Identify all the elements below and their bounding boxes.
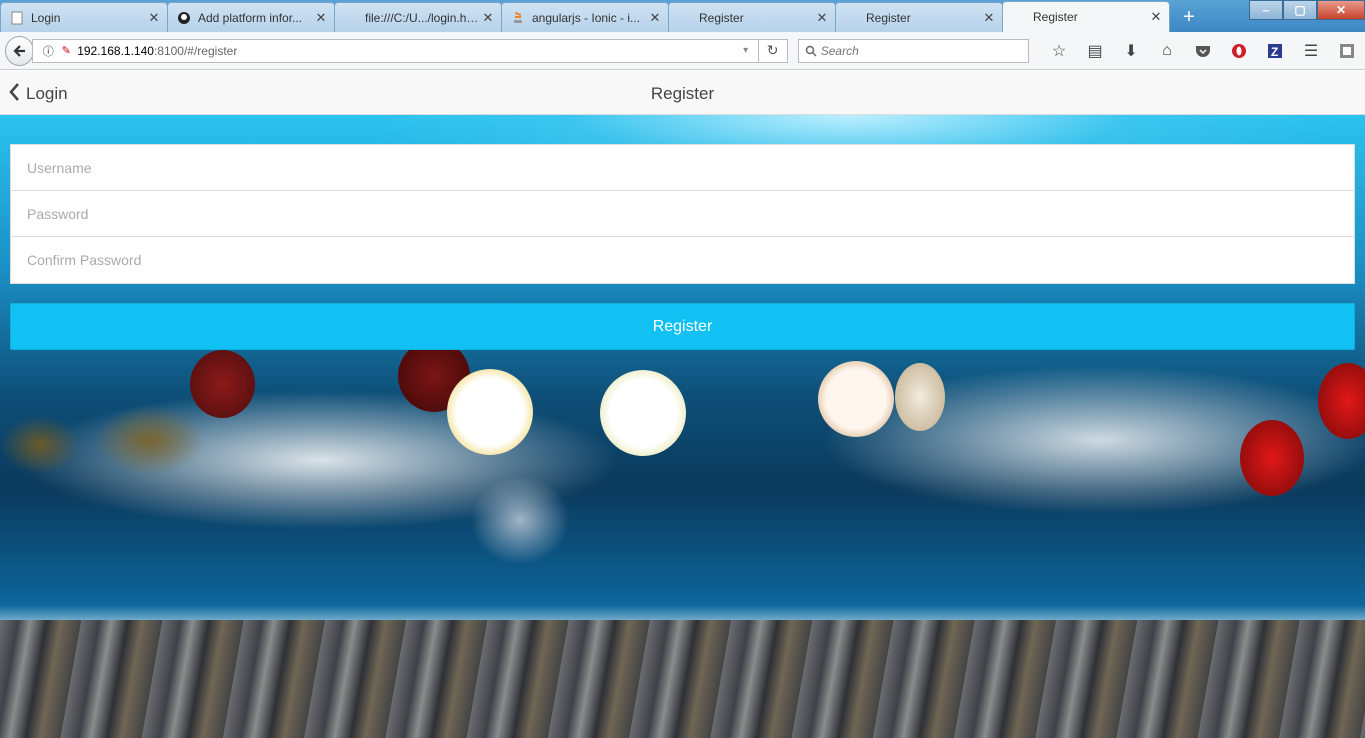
bokeh-light	[447, 369, 533, 455]
tab-title: angularjs - Ionic - i...	[532, 10, 641, 25]
browser-tab[interactable]: file:///C:/U.../login.html ✕	[334, 2, 502, 32]
toolbar-icons: ☆ ▤ ⬇ ⌂ Z ☰	[1041, 37, 1365, 65]
address-bar[interactable]: ⓘ ✎ 192.168.1.140:8100/#/register ▾	[32, 38, 759, 63]
tab-title: file:///C:/U.../login.html	[365, 10, 479, 25]
search-input[interactable]	[820, 43, 1021, 58]
reload-icon: ↻	[766, 42, 779, 58]
tab-strip: Login ✕ Add platform infor... ✕ file:///…	[0, 0, 1365, 32]
page-icon	[677, 10, 693, 26]
browser-tab[interactable]: Login ✕	[0, 2, 168, 32]
reload-button[interactable]: ↻	[758, 38, 788, 63]
svg-text:Z: Z	[1271, 45, 1278, 59]
register-button[interactable]: Register	[10, 303, 1355, 350]
close-icon[interactable]: ✕	[1149, 10, 1163, 24]
tab-title: Login	[31, 10, 61, 25]
window-controls: – ▢ ✕	[1249, 0, 1365, 20]
github-icon	[176, 10, 192, 26]
maximize-button[interactable]: ▢	[1283, 0, 1317, 20]
password-input[interactable]	[27, 191, 1354, 236]
bokeh-light	[600, 370, 686, 456]
browser-tab[interactable]: Add platform infor... ✕	[167, 2, 335, 32]
zotero-icon[interactable]: Z	[1257, 37, 1293, 65]
page-icon	[844, 10, 860, 26]
password-item	[11, 191, 1354, 237]
bokeh-light	[470, 475, 570, 565]
page-icon	[1011, 9, 1027, 25]
browser-tab[interactable]: Register ✕	[835, 2, 1003, 32]
tab-title: Register	[699, 10, 744, 25]
search-icon	[805, 45, 817, 57]
insecure-icon[interactable]: ✎	[59, 44, 73, 58]
close-icon[interactable]: ✕	[481, 11, 495, 25]
browser-tab[interactable]: Register ✕	[668, 2, 836, 32]
close-window-button[interactable]: ✕	[1317, 0, 1365, 20]
confirm-password-item	[11, 237, 1354, 283]
tab-title: Add platform infor...	[198, 10, 303, 25]
bokeh-light	[0, 415, 80, 475]
navigation-bar: ⓘ ✎ 192.168.1.140:8100/#/register ▾ ↻ ☆ …	[0, 32, 1365, 70]
close-icon[interactable]: ✕	[982, 11, 996, 25]
menu-icon[interactable]: ☰	[1293, 37, 1329, 65]
app-header: Login Register	[0, 71, 1365, 115]
page-icon	[9, 10, 25, 26]
browser-tab[interactable]: angularjs - Ionic - i... ✕	[501, 2, 669, 32]
info-icon[interactable]: ⓘ	[41, 44, 55, 58]
url-path: :8100/#/register	[153, 43, 238, 58]
minimize-button[interactable]: –	[1249, 0, 1283, 20]
url-host: 192.168.1.140	[77, 43, 154, 58]
chevron-down-icon[interactable]: ▾	[734, 45, 758, 56]
home-icon[interactable]: ⌂	[1149, 37, 1185, 65]
browser-tab-active[interactable]: Register ✕	[1002, 1, 1170, 32]
page-title: Register	[650, 84, 715, 103]
url-text[interactable]: 192.168.1.140:8100/#/register	[77, 44, 733, 58]
close-icon[interactable]: ✕	[314, 11, 328, 25]
opera-icon[interactable]	[1221, 37, 1257, 65]
pocket-icon[interactable]	[1185, 37, 1221, 65]
register-form	[10, 144, 1355, 284]
bokeh-light	[818, 361, 894, 437]
bokeh-light	[895, 363, 945, 431]
tab-title: Register	[1033, 10, 1078, 24]
username-item	[11, 145, 1354, 191]
download-icon[interactable]: ⬇	[1113, 37, 1149, 65]
file-icon	[343, 10, 359, 26]
search-bar[interactable]	[797, 38, 1030, 63]
tab-title: Register	[866, 10, 911, 25]
wooden-floor	[0, 620, 1365, 738]
confirm-password-input[interactable]	[27, 237, 1354, 283]
close-icon[interactable]: ✕	[648, 11, 662, 25]
close-icon[interactable]: ✕	[147, 11, 161, 25]
star-icon[interactable]: ☆	[1041, 37, 1077, 65]
stackoverflow-icon	[510, 10, 526, 26]
username-input[interactable]	[27, 145, 1354, 190]
browser-back-button[interactable]	[5, 35, 35, 66]
new-tab-button[interactable]: +	[1175, 2, 1203, 32]
extension-icon[interactable]	[1329, 37, 1365, 65]
close-icon[interactable]: ✕	[815, 11, 829, 25]
bokeh-light	[95, 405, 205, 475]
bokeh-light	[1240, 420, 1304, 496]
reading-list-icon[interactable]: ▤	[1077, 37, 1113, 65]
arrow-left-icon	[13, 44, 25, 57]
bokeh-light	[190, 350, 255, 418]
